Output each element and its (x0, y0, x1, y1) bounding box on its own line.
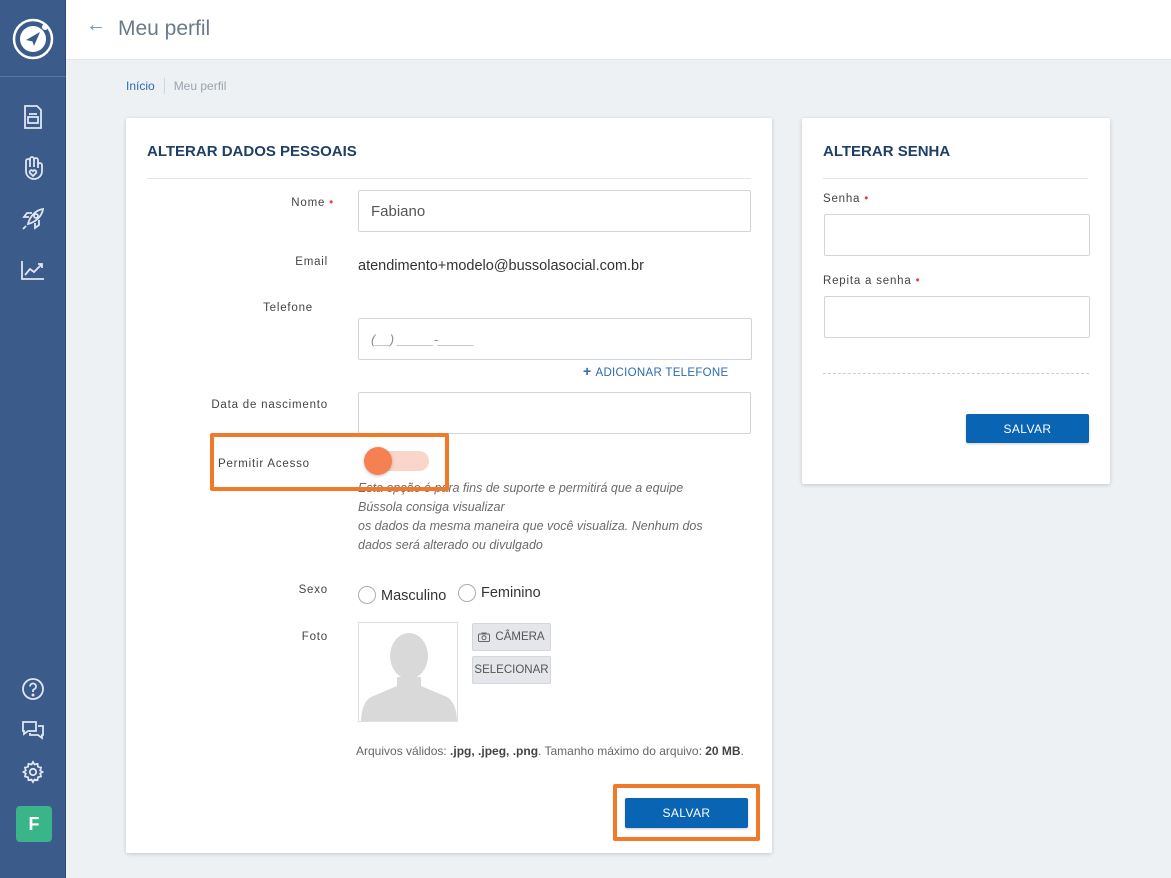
email-value: atendimento+modelo@bussolasocial.com.br (358, 258, 644, 274)
password-card: ALTERAR SENHA Senha • Repita a senha • SAL… (802, 118, 1110, 484)
radio-male-label[interactable]: Masculino (381, 588, 446, 604)
chart-icon[interactable] (18, 255, 48, 285)
required-mark: • (864, 193, 870, 205)
highlight-allow-access (210, 433, 449, 491)
breadcrumb-home-link[interactable]: Início (126, 79, 155, 93)
page-title: Meu perfil (118, 17, 211, 40)
sidebar: F (0, 0, 66, 878)
card-divider (823, 178, 1088, 179)
password-input[interactable] (824, 214, 1090, 256)
phone-input[interactable] (358, 318, 752, 360)
help-icon[interactable] (18, 674, 48, 704)
breadcrumb-separator (163, 78, 165, 94)
gear-icon[interactable] (18, 757, 48, 787)
photo-label: Foto (301, 631, 328, 643)
radio-male[interactable] (358, 586, 376, 604)
sidebar-divider (0, 76, 66, 77)
page-header: ← Meu perfil (66, 0, 1171, 60)
repeat-password-label: Repita a senha • (823, 275, 921, 287)
user-avatar[interactable]: F (16, 806, 52, 842)
select-photo-button[interactable]: SELECIONAR (472, 656, 551, 684)
rocket-icon[interactable] (18, 204, 48, 234)
save-password-button[interactable]: SALVAR (966, 414, 1089, 443)
sex-label: Sexo (298, 584, 328, 596)
name-input[interactable] (358, 190, 751, 232)
personal-data-title: ALTERAR DADOS PESSOAIS (147, 143, 357, 160)
password-title: ALTERAR SENHA (823, 143, 951, 160)
add-phone-link[interactable]: + ADICIONAR TELEFONE (583, 363, 728, 379)
repeat-password-input[interactable] (824, 296, 1090, 338)
password-label: Senha • (823, 193, 870, 205)
dashed-divider (823, 373, 1089, 374)
highlight-save-button (613, 784, 760, 841)
card-divider (147, 178, 751, 179)
plus-icon: + (583, 363, 592, 379)
phone-label: Telefone (263, 302, 313, 314)
file-requirements-note: Arquivos válidos: .jpg, .jpeg, .png. Tam… (356, 744, 744, 758)
photo-preview (358, 622, 458, 722)
breadcrumb-current: Meu perfil (173, 79, 227, 93)
radio-female[interactable] (458, 584, 476, 602)
compass-logo-icon[interactable] (12, 18, 54, 60)
avatar-placeholder-icon (361, 633, 457, 721)
birthdate-input[interactable] (358, 392, 751, 434)
required-mark: • (915, 275, 921, 287)
document-icon[interactable] (18, 102, 48, 132)
hand-heart-icon[interactable] (18, 153, 48, 183)
breadcrumb: Início Meu perfil (126, 78, 226, 94)
radio-female-label[interactable]: Feminino (481, 585, 541, 601)
camera-button[interactable]: CÂMERA (472, 623, 551, 651)
required-mark: • (329, 197, 334, 209)
birthdate-label: Data de nascimento (211, 399, 328, 411)
name-label: Nome • (291, 197, 334, 209)
chat-icon[interactable] (18, 715, 48, 745)
email-label: Email (295, 256, 328, 268)
back-arrow-icon[interactable]: ← (86, 14, 106, 37)
camera-icon (478, 632, 491, 642)
